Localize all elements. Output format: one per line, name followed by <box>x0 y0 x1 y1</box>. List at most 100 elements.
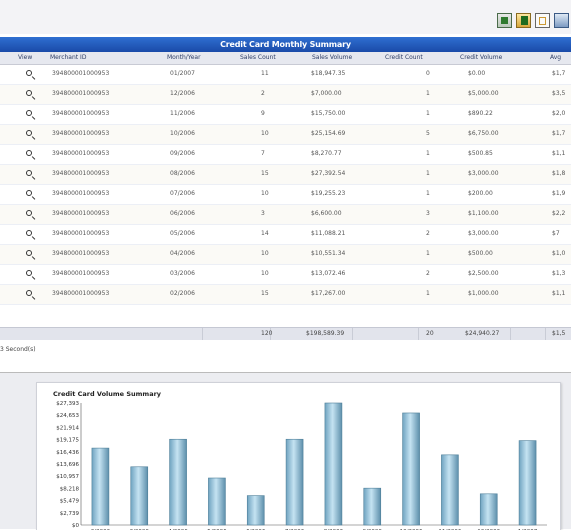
cell-sales-volume: $19,255.23 <box>311 190 346 197</box>
cell-merchant-id: 394800001000953 <box>52 150 110 157</box>
table-row: 394800001000953 05/2006 14 $11,088.21 2 $3,00… <box>0 225 571 245</box>
table-row: 394800001000953 09/2006 7 $8,270.77 1 $500.85… <box>0 145 571 165</box>
view-magnifier-icon[interactable] <box>26 250 32 256</box>
cell-avg: $1,1 <box>552 150 566 157</box>
column-header-credit-count[interactable]: Credit Count <box>385 52 423 64</box>
cell-month-year: 02/2006 <box>170 290 195 297</box>
table-row: 394800001000953 03/2006 10 $13,072.46 2 $2,50… <box>0 265 571 285</box>
cell-sales-count: 15 <box>261 290 269 297</box>
cell-credit-volume: $890.22 <box>468 110 493 117</box>
cell-sales-volume: $15,750.00 <box>311 110 346 117</box>
cell-merchant-id: 394800001000953 <box>52 90 110 97</box>
cell-merchant-id: 394800001000953 <box>52 130 110 137</box>
view-magnifier-icon[interactable] <box>26 170 32 176</box>
folder-icon[interactable] <box>516 13 531 28</box>
cell-avg: $1,3 <box>552 270 566 277</box>
document-icon[interactable] <box>535 13 550 28</box>
table-body: 394800001000953 01/2007 11 $18,947.35 0 $0.00… <box>0 65 571 305</box>
chart-bar[interactable] <box>91 447 110 526</box>
view-magnifier-icon[interactable] <box>26 150 32 156</box>
column-header-view[interactable]: View <box>18 52 32 64</box>
chart-bar[interactable] <box>518 440 537 526</box>
view-magnifier-icon[interactable] <box>26 270 32 276</box>
report-toolbar <box>0 0 571 34</box>
cell-credit-count: 1 <box>426 170 430 177</box>
chart-bar[interactable] <box>324 402 343 526</box>
view-magnifier-icon[interactable] <box>26 230 32 236</box>
chart-bar[interactable] <box>169 438 187 526</box>
totals-row: 120 $198,589.39 20 $24,940.27 $1,5 <box>0 327 571 340</box>
cell-month-year: 07/2006 <box>170 190 195 197</box>
y-tick-label: $24,653 <box>56 413 79 419</box>
print-icon[interactable] <box>554 13 569 28</box>
cell-credit-volume: $500.00 <box>468 250 493 257</box>
cell-month-year: 04/2006 <box>170 250 195 257</box>
view-magnifier-icon[interactable] <box>26 290 32 296</box>
column-header-credit-volume[interactable]: Credit Volume <box>460 52 502 64</box>
y-tick-label: $16,436 <box>56 450 79 456</box>
chart-bar[interactable] <box>363 487 382 526</box>
total-credit-count: 20 <box>426 330 434 337</box>
column-header-month-year[interactable]: Month/Year <box>167 52 201 64</box>
column-header-merchant-id[interactable]: Merchant ID <box>50 52 86 64</box>
y-tick-label: $0 <box>72 523 79 529</box>
table-row: 394800001000953 12/2006 2 $7,000.00 1 $5,000.… <box>0 85 571 105</box>
cell-credit-count: 1 <box>426 110 430 117</box>
cell-sales-volume: $10,551.34 <box>311 250 346 257</box>
table-row: 394800001000953 06/2006 3 $6,600.00 3 $1,100.… <box>0 205 571 225</box>
cell-sales-volume: $6,600.00 <box>311 210 342 217</box>
cell-merchant-id: 394800001000953 <box>52 250 110 257</box>
y-tick-label: $2,739 <box>60 511 80 517</box>
column-header-sales-count[interactable]: Sales Count <box>240 52 276 64</box>
cell-credit-volume: $200.00 <box>468 190 493 197</box>
y-tick-label: $8,218 <box>60 486 80 492</box>
column-header-sales-volume[interactable]: Sales Volume <box>312 52 352 64</box>
chart-bar[interactable] <box>441 454 459 526</box>
view-magnifier-icon[interactable] <box>26 190 32 196</box>
cell-month-year: 08/2006 <box>170 170 195 177</box>
chart-bar[interactable] <box>285 438 304 526</box>
cell-sales-count: 10 <box>261 250 269 257</box>
cell-sales-count: 11 <box>261 70 269 77</box>
chart-bar[interactable] <box>479 493 498 526</box>
chart-bar[interactable] <box>402 412 420 526</box>
cell-month-year: 09/2006 <box>170 150 195 157</box>
cell-merchant-id: 394800001000953 <box>52 110 110 117</box>
cell-avg: $3,5 <box>552 90 566 97</box>
cell-avg: $1,0 <box>552 250 566 257</box>
view-magnifier-icon[interactable] <box>26 130 32 136</box>
toolbar-icons <box>497 13 569 28</box>
cell-sales-count: 2 <box>261 90 265 97</box>
cell-sales-count: 15 <box>261 170 269 177</box>
total-sales-count: 120 <box>261 330 273 337</box>
table-row: 394800001000953 02/2006 15 $17,267.00 1 $1,00… <box>0 285 571 305</box>
total-credit-volume: $24,940.27 <box>465 330 500 337</box>
view-magnifier-icon[interactable] <box>26 110 32 116</box>
cell-credit-count: 1 <box>426 290 430 297</box>
cell-avg: $7 <box>552 230 560 237</box>
view-magnifier-icon[interactable] <box>26 70 32 76</box>
table-row: 394800001000953 07/2006 10 $19,255.23 1 $200.… <box>0 185 571 205</box>
chart-bar[interactable] <box>208 477 226 526</box>
cell-merchant-id: 394800001000953 <box>52 210 110 217</box>
view-magnifier-icon[interactable] <box>26 210 32 216</box>
cell-avg: $2,2 <box>552 210 566 217</box>
chart-bar[interactable] <box>246 495 265 526</box>
cell-avg: $1,9 <box>552 190 566 197</box>
export-icon[interactable] <box>497 13 512 28</box>
cell-credit-count: 1 <box>426 90 430 97</box>
cell-credit-count: 0 <box>426 70 430 77</box>
chart-bar[interactable] <box>130 466 149 526</box>
cell-credit-volume: $5,000.00 <box>468 90 499 97</box>
cell-sales-volume: $18,947.35 <box>311 70 346 77</box>
cell-credit-count: 1 <box>426 190 430 197</box>
cell-merchant-id: 394800001000953 <box>52 230 110 237</box>
column-header-avg[interactable]: Avg <box>550 52 561 64</box>
cell-credit-count: 5 <box>426 130 430 137</box>
cell-sales-volume: $27,392.54 <box>311 170 346 177</box>
cell-month-year: 05/2006 <box>170 230 195 237</box>
cell-credit-volume: $2,500.00 <box>468 270 499 277</box>
view-magnifier-icon[interactable] <box>26 90 32 96</box>
cell-sales-count: 7 <box>261 150 265 157</box>
cell-credit-count: 3 <box>426 210 430 217</box>
